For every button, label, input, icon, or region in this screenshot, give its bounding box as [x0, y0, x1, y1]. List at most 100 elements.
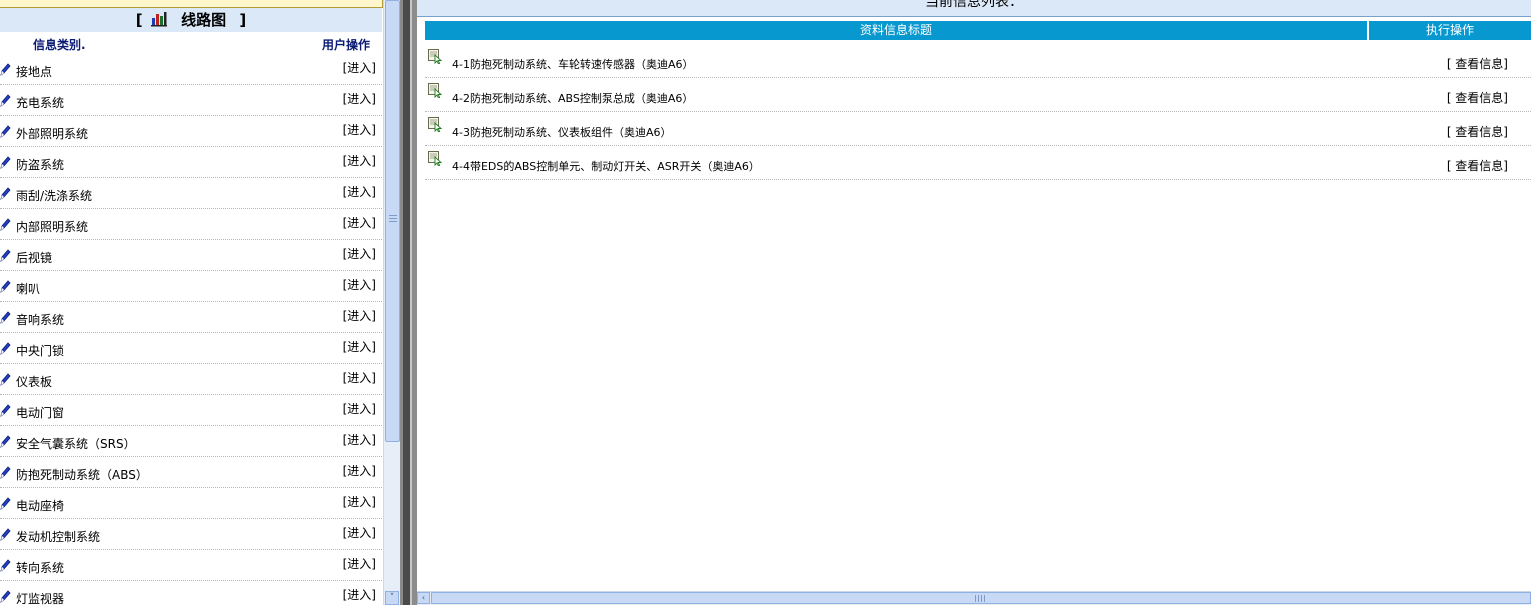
pencil-icon	[0, 559, 11, 572]
enter-link[interactable]: [进入]	[343, 276, 376, 293]
category-name[interactable]: 灯监视器	[16, 590, 64, 605]
category-name[interactable]: 转向系统	[16, 559, 64, 576]
enter-link[interactable]: [进入]	[343, 431, 376, 448]
enter-link[interactable]: [进入]	[343, 462, 376, 479]
enter-link[interactable]: [进入]	[343, 555, 376, 572]
category-row[interactable]: 防盗系统 [进入]	[0, 147, 382, 178]
category-row[interactable]: 中央门锁 [进入]	[0, 333, 382, 364]
list-heading-text: 当前信息列表：	[925, 0, 1023, 10]
category-row[interactable]: 仪表板 [进入]	[0, 364, 382, 395]
category-name[interactable]: 接地点	[16, 63, 52, 80]
enter-link[interactable]: [进入]	[343, 338, 376, 355]
category-column-header: 信息类别.	[33, 38, 86, 52]
pencil-icon	[0, 497, 11, 510]
category-name[interactable]: 充电系统	[16, 94, 64, 111]
enter-link[interactable]: [进入]	[343, 400, 376, 417]
category-row[interactable]: 灯监视器 [进入]	[0, 581, 382, 605]
pencil-icon	[0, 218, 11, 231]
category-name[interactable]: 电动座椅	[16, 497, 64, 514]
enter-link[interactable]: [进入]	[343, 214, 376, 231]
enter-link[interactable]: [进入]	[343, 152, 376, 169]
enter-link[interactable]: [进入]	[343, 307, 376, 324]
category-row[interactable]: 防抱死制动系统（ABS） [进入]	[0, 457, 382, 488]
category-row[interactable]: 电动座椅 [进入]	[0, 488, 382, 519]
view-info-link[interactable]: [ 查看信息]	[1447, 89, 1508, 106]
document-cursor-icon	[427, 116, 443, 133]
view-info-link[interactable]: [ 查看信息]	[1447, 157, 1508, 174]
category-name[interactable]: 内部照明系统	[16, 218, 88, 235]
category-row[interactable]: 充电系统 [进入]	[0, 85, 382, 116]
enter-link[interactable]: [进入]	[343, 586, 376, 603]
frame-splitter[interactable]	[400, 0, 412, 605]
category-row[interactable]: 雨刮/洗涤系统 [进入]	[0, 178, 382, 209]
info-title[interactable]: 4-4带EDS的ABS控制单元、制动灯开关、ASR开关（奥迪A6）	[452, 158, 760, 174]
category-row[interactable]: 接地点 [进入]	[0, 54, 382, 85]
left-vertical-scrollbar[interactable]: ˅	[383, 0, 400, 605]
pencil-icon	[0, 435, 11, 448]
category-name[interactable]: 发动机控制系统	[16, 528, 100, 545]
pencil-icon	[0, 94, 11, 107]
view-info-link[interactable]: [ 查看信息]	[1447, 123, 1508, 140]
pencil-icon	[0, 280, 11, 293]
category-row[interactable]: 电动门窗 [进入]	[0, 395, 382, 426]
info-title[interactable]: 4-3防抱死制动系统、仪表板组件（奥迪A6）	[452, 124, 672, 140]
operation-column-header: 执行操作	[1425, 23, 1474, 37]
panel-title-text: 线路图	[181, 11, 227, 29]
pencil-icon	[0, 187, 11, 200]
category-name[interactable]: 喇叭	[16, 280, 40, 297]
category-row[interactable]: 内部照明系统 [进入]	[0, 209, 382, 240]
view-info-link[interactable]: [ 查看信息]	[1447, 55, 1508, 72]
info-row: 4-2防抱死制动系统、ABS控制泵总成（奥迪A6） [ 查看信息]	[425, 78, 1531, 112]
category-row[interactable]: 发动机控制系统 [进入]	[0, 519, 382, 550]
left-frame: [ 线路图 ] 信息类别. 用户操作 接地点 [进入] 充电系统 [进入] 外部照明系统…	[0, 0, 400, 605]
category-name[interactable]: 防盗系统	[16, 156, 64, 173]
info-list: 4-1防抱死制动系统、车轮转速传感器（奥迪A6）[ 查看信息] 4-2防抱死制动系…	[425, 44, 1531, 180]
category-row[interactable]: 喇叭 [进入]	[0, 271, 382, 302]
enter-link[interactable]: [进入]	[343, 90, 376, 107]
scroll-down-button[interactable]: ˅	[385, 591, 399, 605]
pencil-icon	[0, 63, 11, 76]
category-name[interactable]: 仪表板	[16, 373, 52, 390]
category-row[interactable]: 音响系统 [进入]	[0, 302, 382, 333]
category-list: 接地点 [进入] 充电系统 [进入] 外部照明系统 [进入] 防盗系统 [进入] 雨刮/洗涤系统…	[0, 54, 382, 605]
enter-link[interactable]: [进入]	[343, 59, 376, 76]
info-title[interactable]: 4-1防抱死制动系统、车轮转速传感器（奥迪A6）	[452, 56, 694, 72]
category-row[interactable]: 后视镜 [进入]	[0, 240, 382, 271]
info-row: 4-4带EDS的ABS控制单元、制动灯开关、ASR开关（奥迪A6） [ 查看信息]	[425, 146, 1531, 180]
hscroll-thumb[interactable]	[431, 592, 1531, 604]
enter-link[interactable]: [进入]	[343, 524, 376, 541]
category-row[interactable]: 外部照明系统 [进入]	[0, 116, 382, 147]
category-name[interactable]: 防抱死制动系统（ABS）	[16, 466, 148, 483]
category-name[interactable]: 雨刮/洗涤系统	[16, 187, 92, 204]
enter-link[interactable]: [进入]	[343, 183, 376, 200]
category-name[interactable]: 安全气囊系统（SRS）	[16, 435, 136, 452]
top-strip	[0, 0, 383, 8]
enter-link[interactable]: [进入]	[343, 493, 376, 510]
category-row[interactable]: 安全气囊系统（SRS） [进入]	[0, 426, 382, 457]
pencil-icon	[0, 125, 11, 138]
category-name[interactable]: 电动门窗	[16, 404, 64, 421]
info-title[interactable]: 4-2防抱死制动系统、ABS控制泵总成（奥迪A6）	[452, 90, 693, 106]
category-name[interactable]: 中央门锁	[16, 342, 64, 359]
category-name[interactable]: 外部照明系统	[16, 125, 88, 142]
pencil-icon	[0, 342, 11, 355]
category-header: 信息类别. 用户操作	[0, 33, 382, 53]
pencil-icon	[0, 466, 11, 479]
category-row[interactable]: 转向系统 [进入]	[0, 550, 382, 581]
category-name[interactable]: 后视镜	[16, 249, 52, 266]
pencil-icon	[0, 528, 11, 541]
panel-title: [ 线路图 ]	[0, 8, 382, 32]
horizontal-scrollbar[interactable]: ‹	[417, 591, 1531, 605]
enter-link[interactable]: [进入]	[343, 121, 376, 138]
enter-link[interactable]: [进入]	[343, 245, 376, 262]
bar-chart-icon	[150, 12, 167, 27]
right-frame: 当前信息列表： 资料信息标题 执行操作 4-1防抱死制动系统、车轮转速传感器（奥…	[412, 0, 1531, 605]
action-column-header: 用户操作	[321, 38, 370, 52]
category-name[interactable]: 音响系统	[16, 311, 64, 328]
scroll-left-button[interactable]: ‹	[417, 592, 430, 604]
scrollbar-thumb[interactable]	[385, 0, 400, 442]
hscroll-grip	[975, 595, 985, 602]
pencil-icon	[0, 249, 11, 262]
enter-link[interactable]: [进入]	[343, 369, 376, 386]
info-row: 4-3防抱死制动系统、仪表板组件（奥迪A6） [ 查看信息]	[425, 112, 1531, 146]
